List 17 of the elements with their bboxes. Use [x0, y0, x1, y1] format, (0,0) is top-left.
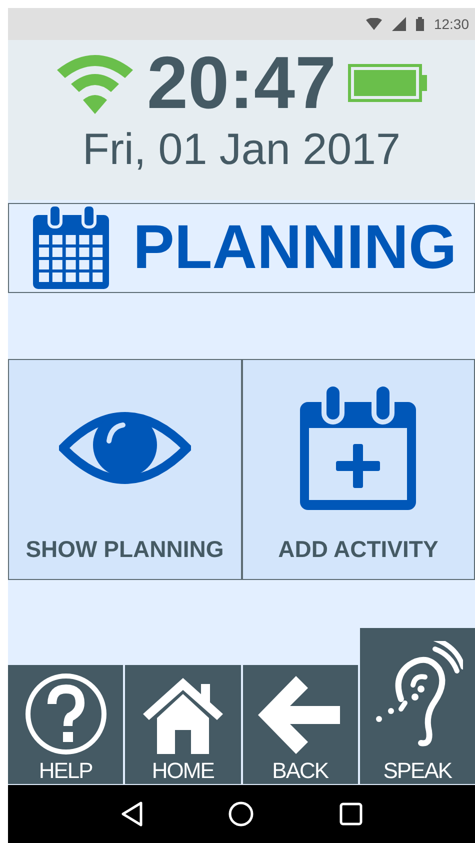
signal-icon [392, 17, 406, 31]
battery-icon [416, 17, 424, 31]
nav-button[interactable]: HOME [125, 665, 240, 784]
menu-tile[interactable]: SHOW PLANNING [8, 359, 242, 580]
nav-button[interactable]: HELP [8, 665, 124, 784]
recents-square-icon[interactable] [338, 802, 362, 826]
date-text: Fri, 01 Jan 2017 [82, 128, 400, 172]
back-triangle-icon[interactable] [120, 801, 142, 827]
home-circle-icon[interactable] [228, 801, 254, 827]
status-time: 12:30 [434, 14, 469, 34]
nav-button[interactable]: BACK [242, 665, 358, 784]
nav-button[interactable]: SPEAK [360, 628, 475, 784]
calendar-icon [31, 205, 111, 291]
wifi-icon [366, 18, 382, 30]
clock-time: 20:47 [146, 46, 336, 120]
page-title: PLANNING [133, 217, 457, 279]
menu-tile[interactable]: ADD ACTIVITY [242, 359, 475, 580]
